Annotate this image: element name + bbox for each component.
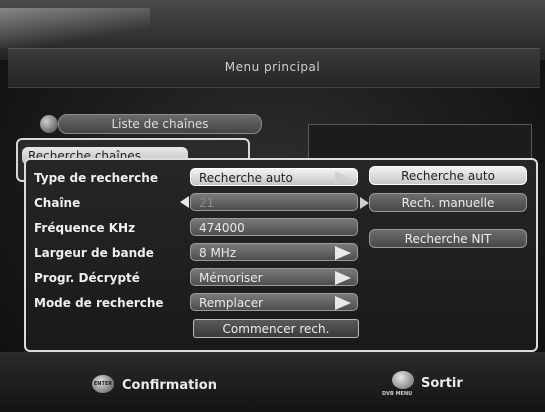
channel-field[interactable]: 21 [190,193,358,211]
decrypted-value: Mémoriser [199,271,263,285]
arrow-right-icon [335,271,351,285]
label-decrypted: Progr. Décrypté [34,271,140,285]
search-type-field[interactable]: Recherche auto [190,168,358,186]
label-frequency: Fréquence KHz [34,221,136,235]
start-search-button[interactable]: Commencer rech. [193,319,359,338]
footer-bar [0,352,545,412]
enter-key-icon: ENTER [92,375,114,393]
bandwidth-value: 8 MHz [199,246,237,260]
frequency-field[interactable]: 474000 [190,218,358,236]
arrow-right-icon [335,296,351,310]
page-title: Menu principal [224,60,321,74]
decrypted-field[interactable]: Mémoriser [190,268,358,286]
background-info-box [308,124,532,162]
channel-value: 21 [199,196,215,210]
search-type-value: Recherche auto [199,171,293,185]
tv-screen: Menu principal Liste de chaînes Recherch… [0,0,545,412]
label-search-type: Type de recherche [34,171,158,185]
dvb-menu-label: DVB MENU [382,391,413,397]
dvb-menu-key-icon [392,371,414,389]
confirm-label[interactable]: Confirmation [122,378,217,393]
option-manual-search[interactable]: Rech. manuelle [369,193,527,212]
arrow-right-small-icon [360,197,369,209]
search-mode-field[interactable]: Remplacer [190,293,358,311]
exit-label[interactable]: Sortir [421,376,463,391]
arrow-left-icon [180,196,189,208]
label-search-mode: Mode de recherche [34,296,164,310]
label-bandwidth: Largeur de bande [34,246,154,260]
arrow-right-icon [335,171,351,185]
channel-list-icon [40,115,58,133]
menu-item-channel-list[interactable]: Liste de chaînes [58,114,262,134]
screen-glare [0,8,150,48]
option-nit-search[interactable]: Recherche NIT [369,229,527,248]
arrow-right-icon [335,246,351,260]
option-auto-search[interactable]: Recherche auto [369,166,527,185]
bandwidth-field[interactable]: 8 MHz [190,243,358,261]
label-channel: Chaîne [34,196,81,210]
frequency-value: 474000 [199,221,245,235]
search-mode-value: Remplacer [199,296,264,310]
